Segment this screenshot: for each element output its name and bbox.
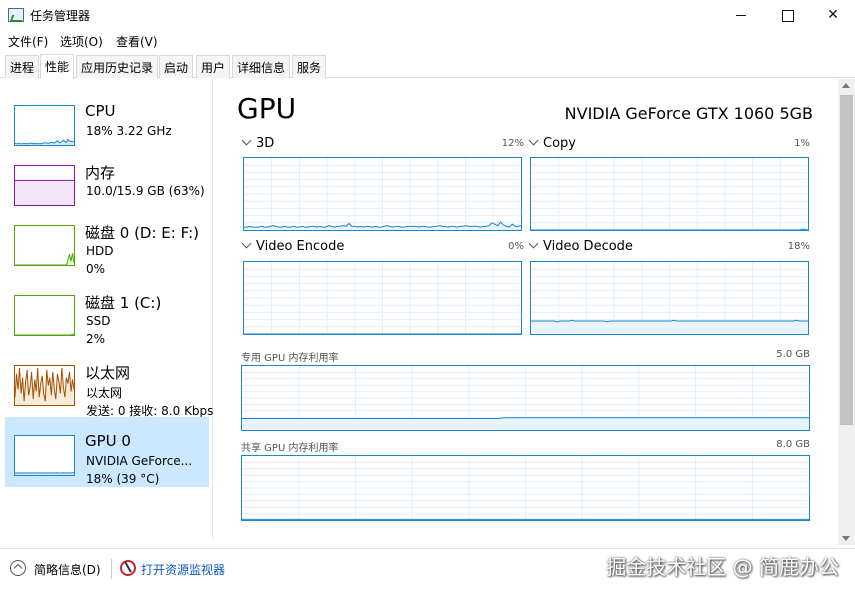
graph-label-video-decode[interactable]: Video Decode: [528, 238, 633, 254]
graph-video-decode: [530, 261, 809, 335]
resource-detail: 以太网: [86, 386, 123, 400]
resource-name: 内存: [85, 164, 116, 182]
graph-label-3d[interactable]: 3D: [241, 135, 274, 151]
resource-thumbnail: [14, 105, 75, 146]
resource-detail: NVIDIA GeForce...: [86, 454, 193, 468]
resource-name: 磁盘 0 (D: E: F:): [85, 224, 199, 242]
graph-percent: 0%: [508, 241, 524, 252]
title-bar: 任务管理器 ✕: [0, 0, 855, 30]
scroll-down-icon[interactable]: [842, 536, 850, 541]
menu-file[interactable]: 文件(F): [8, 33, 48, 50]
chevron-down-icon: [241, 135, 252, 146]
resource-name: 以太网: [85, 364, 131, 382]
tab-app-history[interactable]: 应用历史记录: [76, 55, 159, 78]
resource-monitor-icon[interactable]: [120, 560, 136, 576]
resource-detail-2: 0%: [86, 262, 106, 276]
graph-line: [15, 253, 74, 265]
open-resource-monitor-link[interactable]: 打开资源监视器: [141, 561, 225, 578]
graph-label-copy[interactable]: Copy: [528, 135, 576, 151]
tab-details[interactable]: 详细信息: [232, 55, 291, 78]
resource-thumbnail: [14, 165, 75, 206]
tab-users[interactable]: 用户: [196, 55, 231, 78]
resource-name: GPU 0: [85, 432, 131, 450]
tab-processes[interactable]: 进程: [5, 55, 40, 78]
graph-line: [15, 471, 74, 474]
resource-gpu-0[interactable]: GPU 0 NVIDIA GeForce... 18% (39 °C): [5, 417, 209, 487]
graph-3d: [243, 157, 522, 231]
dedicated-memory-label: 专用 GPU 内存利用率: [241, 353, 339, 364]
resource-thumbnail: [14, 435, 75, 476]
graph-label-video-encode[interactable]: Video Encode: [241, 238, 344, 254]
watermark: 掘金技术社区 @ 简鹿办公: [606, 555, 839, 579]
resource-detail: 18% 3.22 GHz: [86, 124, 172, 138]
chevron-up-circle-icon[interactable]: [10, 560, 26, 576]
menu-bar: 文件(F) 选项(O) 查看(V): [0, 30, 855, 52]
resource-disk-1[interactable]: 磁盘 1 (C:) SSD 2%: [5, 277, 209, 347]
divider: [111, 559, 112, 579]
window-title: 任务管理器: [30, 9, 91, 23]
graph-area: [15, 180, 74, 205]
menu-view[interactable]: 查看(V): [116, 33, 158, 50]
resource-disk-0[interactable]: 磁盘 0 (D: E: F:) HDD 0%: [5, 207, 209, 277]
resource-name: CPU: [85, 102, 116, 120]
graph-line: [15, 367, 74, 402]
fewer-details-button[interactable]: 简略信息(D): [34, 561, 101, 578]
menu-options[interactable]: 选项(O): [60, 33, 103, 50]
tab-performance[interactable]: 性能: [40, 54, 75, 79]
resource-thumbnail: [14, 365, 75, 406]
graph-copy: [530, 157, 809, 231]
graph-percent: 18%: [787, 241, 810, 252]
chevron-down-icon: [528, 238, 539, 249]
scroll-thumb[interactable]: [840, 95, 853, 425]
tab-bar: 进程 性能 应用历史记录 启动 用户 详细信息 服务: [0, 54, 855, 79]
graph-area: [531, 320, 808, 334]
resource-detail: SSD: [86, 314, 111, 328]
gpu-model-name: NVIDIA GeForce GTX 1060 5GB: [564, 104, 813, 123]
chevron-down-icon: [528, 135, 539, 146]
stats-cut-off: [240, 538, 800, 546]
resource-detail-2: 18% (39 °C): [86, 472, 160, 486]
graph-video-encode: [243, 261, 522, 335]
resource-name: 磁盘 1 (C:): [85, 294, 162, 312]
graph-line: [15, 333, 74, 335]
resource-detail: HDD: [86, 244, 114, 258]
resource-detail-2: 2%: [86, 332, 106, 346]
resource-ethernet[interactable]: 以太网 以太网 发送: 0 接收: 8.0 Kbps: [5, 347, 213, 418]
page-title: GPU: [237, 92, 297, 125]
shared-memory-label: 共享 GPU 内存利用率: [241, 443, 339, 454]
minimize-button[interactable]: [718, 0, 764, 30]
resource-thumbnail: [14, 295, 75, 336]
scrollbar[interactable]: [838, 79, 855, 545]
resource-list: CPU 18% 3.22 GHz 内存 10.0/15.9 GB (63%) 磁…: [0, 79, 213, 539]
resource-thumbnail: [14, 225, 75, 266]
scroll-up-icon[interactable]: [842, 83, 850, 88]
chevron-down-icon: [241, 238, 252, 249]
graph-dedicated-memory: [241, 365, 810, 431]
graph-shared-memory: [241, 455, 810, 521]
resource-detail: 10.0/15.9 GB (63%): [86, 184, 205, 198]
tab-services[interactable]: 服务: [292, 55, 327, 78]
maximize-button[interactable]: [764, 0, 810, 30]
graph-area: [15, 253, 74, 265]
graph-area: [242, 417, 809, 430]
close-button[interactable]: ✕: [810, 0, 855, 30]
graph-percent: 12%: [501, 138, 524, 149]
dedicated-memory-max: 5.0 GB: [776, 349, 810, 360]
task-manager-icon: [8, 8, 24, 22]
tab-startup[interactable]: 启动: [159, 55, 194, 78]
graph-percent: 1%: [794, 138, 810, 149]
shared-memory-max: 8.0 GB: [776, 439, 810, 450]
